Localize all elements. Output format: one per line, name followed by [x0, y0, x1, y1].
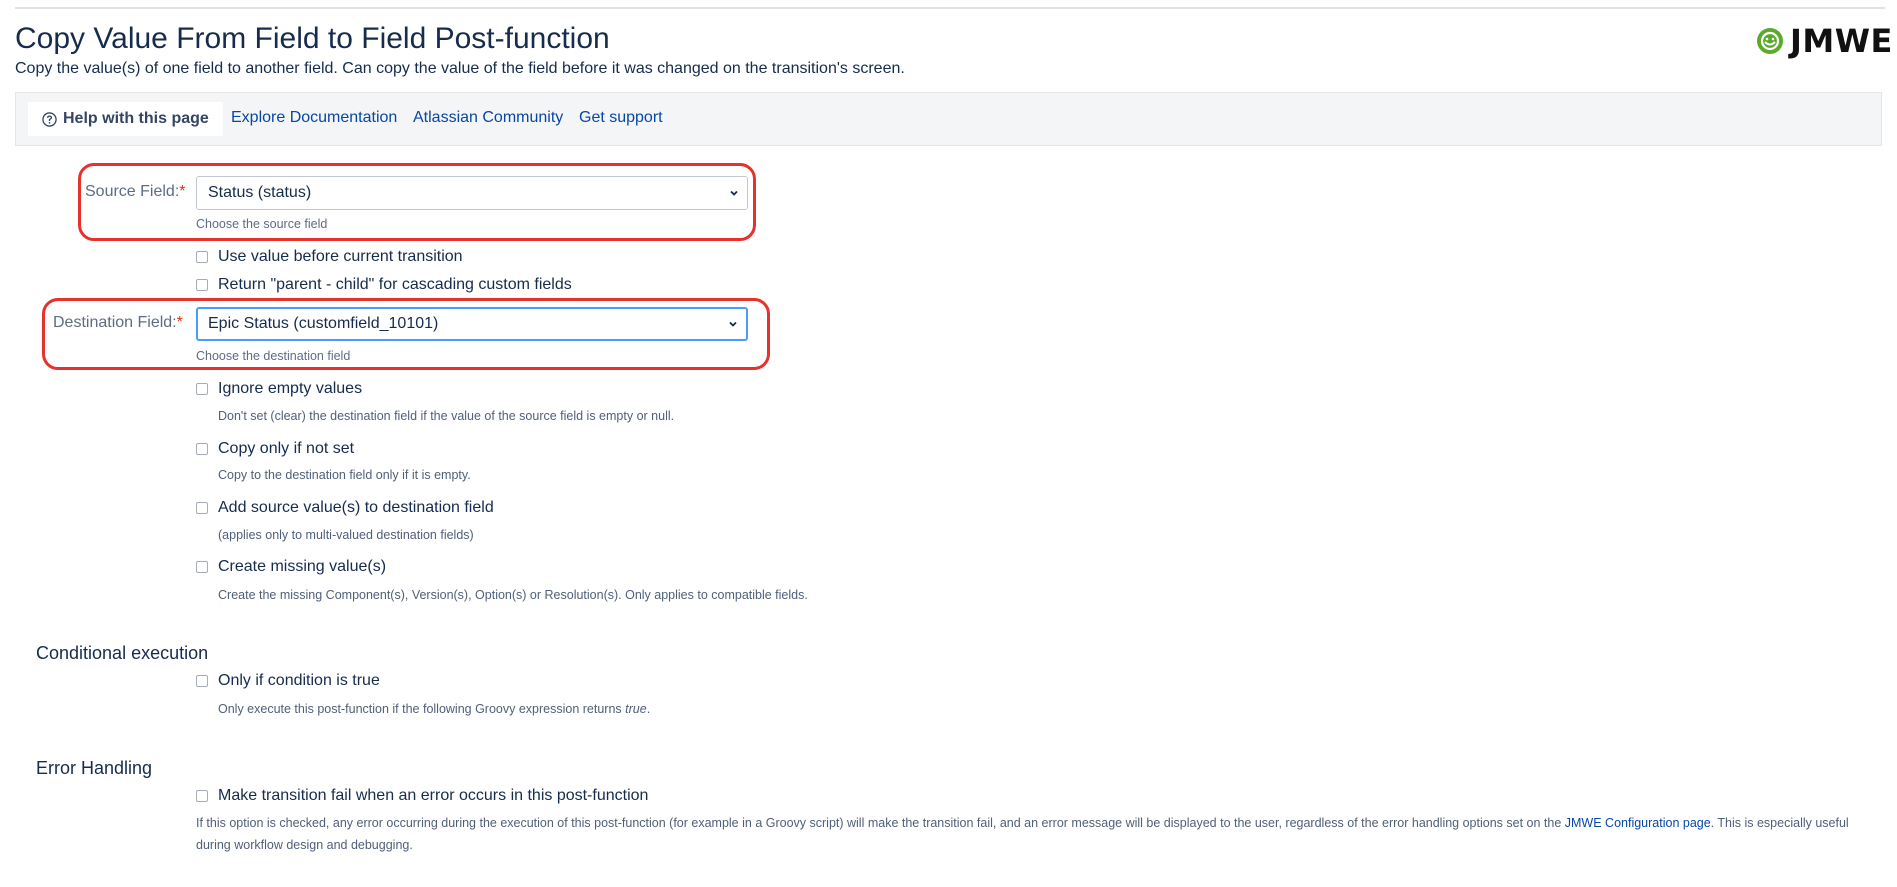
create-missing-values-checkbox[interactable]	[196, 561, 208, 573]
destination-field-select[interactable]: Epic Status (customfield_10101)	[196, 307, 748, 341]
return-parent-child-option[interactable]: Return "parent - child" for cascading cu…	[196, 276, 572, 294]
destination-field-hint: Choose the destination field	[196, 349, 351, 363]
help-bar: Help with this page Explore Documentatio…	[15, 92, 1882, 146]
jmwe-gear-icon	[1757, 28, 1783, 54]
create-missing-values-option[interactable]: Create missing value(s)	[196, 558, 386, 576]
destination-field-label: Destination Field:*	[53, 314, 183, 331]
only-if-condition-true-desc: Only execute this post-function if the f…	[218, 702, 651, 716]
add-source-values-checkbox[interactable]	[196, 502, 208, 514]
required-mark: *	[176, 314, 183, 331]
make-transition-fail-desc: If this option is checked, any error occ…	[196, 816, 1849, 852]
ignore-empty-values-desc: Don't set (clear) the destination field …	[218, 409, 675, 423]
copy-only-if-not-set-checkbox[interactable]	[196, 443, 208, 455]
source-field-label: Source Field:*	[85, 183, 186, 200]
source-field-select[interactable]: Status (status)	[196, 176, 748, 210]
destination-field-value: Epic Status (customfield_10101)	[208, 315, 439, 332]
use-value-before-transition-option[interactable]: Use value before current transition	[196, 248, 463, 266]
error-handling-heading: Error Handling	[36, 758, 153, 778]
add-source-values-desc: (applies only to multi-valued destinatio…	[218, 528, 474, 542]
explore-documentation-link[interactable]: Explore Documentation	[231, 109, 397, 127]
top-divider	[15, 7, 1885, 9]
chevron-down-icon	[729, 321, 737, 327]
source-field-value: Status (status)	[208, 184, 312, 201]
conditional-execution-heading: Conditional execution	[36, 643, 209, 663]
logo-wordmark: JMWE	[1790, 22, 1893, 60]
jmwe-logo: JMWE	[1756, 22, 1893, 60]
help-with-page-label: Help with this page	[63, 110, 209, 127]
atlassian-community-link[interactable]: Atlassian Community	[413, 109, 563, 127]
get-support-link[interactable]: Get support	[579, 109, 663, 127]
copy-only-if-not-set-option[interactable]: Copy only if not set	[196, 440, 354, 458]
required-mark: *	[179, 183, 186, 200]
page-subtitle: Copy the value(s) of one field to anothe…	[15, 60, 905, 77]
copy-only-if-not-set-desc: Copy to the destination field only if it…	[218, 468, 471, 482]
make-transition-fail-option[interactable]: Make transition fail when an error occur…	[196, 787, 648, 805]
only-if-condition-true-option[interactable]: Only if condition is true	[196, 672, 380, 690]
use-value-before-transition-checkbox[interactable]	[196, 251, 208, 263]
source-field-hint: Choose the source field	[196, 217, 328, 231]
ignore-empty-values-option[interactable]: Ignore empty values	[196, 380, 362, 398]
create-missing-values-desc: Create the missing Component(s), Version…	[218, 588, 808, 602]
only-if-condition-true-checkbox[interactable]	[196, 675, 208, 687]
return-parent-child-checkbox[interactable]	[196, 279, 208, 291]
jmwe-configuration-page-link[interactable]: JMWE Configuration page	[1565, 816, 1711, 830]
question-circle-icon	[42, 111, 57, 127]
page-title: Copy Value From Field to Field Post-func…	[15, 22, 610, 55]
make-transition-fail-checkbox[interactable]	[196, 790, 208, 802]
add-source-values-option[interactable]: Add source value(s) to destination field	[196, 499, 494, 517]
help-with-page-tab[interactable]: Help with this page	[28, 102, 223, 136]
chevron-down-icon	[730, 190, 738, 196]
ignore-empty-values-checkbox[interactable]	[196, 383, 208, 395]
